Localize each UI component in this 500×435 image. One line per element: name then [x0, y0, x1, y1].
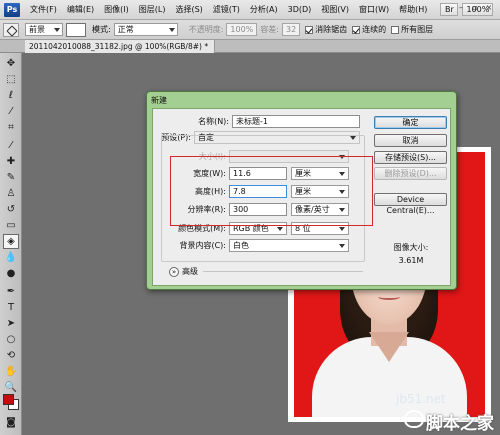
move-tool-icon[interactable]: ✥	[3, 56, 19, 71]
all-layers-label: 所有图层	[401, 25, 434, 34]
mode-label: 模式:	[92, 25, 111, 34]
cancel-button[interactable]: 取消	[374, 134, 447, 147]
background-contents-value: 白色	[233, 241, 249, 250]
close-icon[interactable]: ×	[484, 3, 494, 13]
watermark-brand: 脚本之家	[426, 414, 494, 434]
menu-help[interactable]: 帮助(H)	[394, 4, 432, 15]
paint-bucket-tool-icon[interactable]	[3, 22, 19, 37]
marquee-tool-icon[interactable]: ⬚	[3, 72, 19, 87]
watermark-logo-icon	[404, 410, 424, 428]
ok-button[interactable]: 确定	[374, 116, 447, 129]
dialog-title: 新建	[151, 96, 167, 105]
menu-layer[interactable]: 图层(L)	[134, 4, 171, 15]
menu-image[interactable]: 图像(I)	[99, 4, 134, 15]
menu-filter[interactable]: 滤镜(T)	[208, 4, 245, 15]
pattern-swatch[interactable]	[66, 22, 86, 37]
toolbox: ✥ ⬚ ℓ ⁄ ⌗ ⁄ ✚ ✎ ♙ ↺ ▭ ◈ 💧 ● ✒ T ➤ ○ ⟲ ✋ …	[0, 53, 22, 435]
chevron-down-icon	[339, 244, 345, 248]
menu-bar: Ps 文件(F) 编辑(E) 图像(I) 图层(L) 选择(S) 滤镜(T) 分…	[0, 0, 500, 20]
menu-window[interactable]: 窗口(W)	[354, 4, 394, 15]
mode-value: 正常	[117, 25, 134, 34]
antialias-label: 消除锯齿	[315, 25, 348, 34]
magic-wand-tool-icon[interactable]: ⁄	[3, 104, 19, 119]
3d-rotate-tool-icon[interactable]: ⟲	[3, 348, 19, 363]
shape-tool-icon[interactable]: ○	[3, 332, 19, 347]
annotation-highlight-box	[170, 156, 373, 226]
portrait-mouth	[378, 294, 400, 300]
chevron-down-icon	[277, 227, 283, 231]
pen-tool-icon[interactable]: ✒	[3, 284, 19, 299]
crop-tool-icon[interactable]: ⌗	[3, 120, 19, 135]
antialias-checkbox[interactable]	[305, 25, 314, 34]
save-preset-button[interactable]: 存储预设(S)...	[374, 151, 447, 164]
chevron-down-icon	[54, 28, 60, 32]
chevron-double-down-icon: »	[169, 266, 179, 277]
image-size-title: 图像大小:	[393, 243, 429, 252]
contiguous-label: 连续的	[362, 25, 387, 34]
document-tab[interactable]: 2011042010088_31182.jpg @ 100%(RGB/8#) *	[25, 40, 216, 53]
device-central-button[interactable]: Device Central(E)...	[374, 193, 447, 215]
mode-select[interactable]: 正常	[113, 23, 178, 36]
minimize-icon[interactable]: –	[456, 3, 466, 13]
photoshop-logo: Ps	[4, 2, 20, 17]
name-input[interactable]: 未标题-1	[232, 115, 360, 128]
document-tab-bar: 2011042010088_31182.jpg @ 100%(RGB/8#) *	[0, 40, 500, 53]
paint-bucket-tool-icon[interactable]: ◈	[3, 234, 19, 249]
menu-select[interactable]: 选择(S)	[170, 4, 207, 15]
menu-3d[interactable]: 3D(D)	[283, 5, 317, 14]
advanced-label: 高级	[182, 267, 198, 276]
menu-view[interactable]: 视图(V)	[316, 4, 354, 15]
type-tool-icon[interactable]: T	[3, 300, 19, 315]
tolerance-label: 容差:	[260, 25, 279, 34]
chevron-down-icon	[339, 227, 345, 231]
watermark-site: jb51.net	[396, 392, 446, 406]
restore-icon[interactable]: ▫	[470, 3, 480, 13]
history-brush-tool-icon[interactable]: ↺	[3, 202, 19, 217]
foreground-color-swatch[interactable]	[3, 394, 14, 405]
brush-tool-icon[interactable]: ✎	[3, 170, 19, 185]
delete-preset-button[interactable]: 删除预设(D)...	[374, 167, 447, 180]
path-selection-tool-icon[interactable]: ➤	[3, 316, 19, 331]
quick-mask-icon[interactable]: ◙	[3, 415, 19, 430]
tolerance-field[interactable]: 32	[281, 23, 301, 36]
opacity-label: 不透明度:	[188, 25, 224, 34]
opacity-field[interactable]: 100%	[226, 23, 258, 36]
contiguous-checkbox[interactable]	[352, 25, 361, 34]
eraser-tool-icon[interactable]: ▭	[3, 218, 19, 233]
hand-tool-icon[interactable]: ✋	[3, 364, 19, 379]
background-contents-select[interactable]: 白色	[229, 239, 349, 252]
fill-source-value: 前景	[29, 25, 45, 34]
eyedropper-tool-icon[interactable]: ⁄	[3, 138, 19, 153]
fill-source-select[interactable]: 前景	[25, 23, 63, 36]
healing-brush-tool-icon[interactable]: ✚	[3, 154, 19, 169]
blur-tool-icon[interactable]: 💧	[3, 250, 19, 265]
dodge-tool-icon[interactable]: ●	[3, 266, 19, 281]
menu-file[interactable]: 文件(F)	[25, 4, 62, 15]
options-bar: 前景 模式: 正常 不透明度: 100% 容差: 32 消除锯齿 连续的 所有图…	[0, 20, 500, 40]
name-label: 名称(N):	[198, 117, 229, 126]
background-contents-label: 背景内容(C):	[179, 241, 226, 250]
window-controls: – ▫ ×	[456, 3, 494, 13]
menu-analysis[interactable]: 分析(A)	[245, 4, 283, 15]
menu-edit[interactable]: 编辑(E)	[62, 4, 99, 15]
image-size-value: 3.61M	[398, 256, 424, 265]
clone-stamp-tool-icon[interactable]: ♙	[3, 186, 19, 201]
lasso-tool-icon[interactable]: ℓ	[3, 88, 19, 103]
advanced-toggle[interactable]: » 高级	[169, 266, 198, 277]
all-layers-checkbox[interactable]	[391, 25, 400, 34]
advanced-divider	[203, 271, 363, 272]
zoom-tool-icon[interactable]: 🔍	[3, 380, 19, 395]
chevron-down-icon	[168, 28, 175, 32]
